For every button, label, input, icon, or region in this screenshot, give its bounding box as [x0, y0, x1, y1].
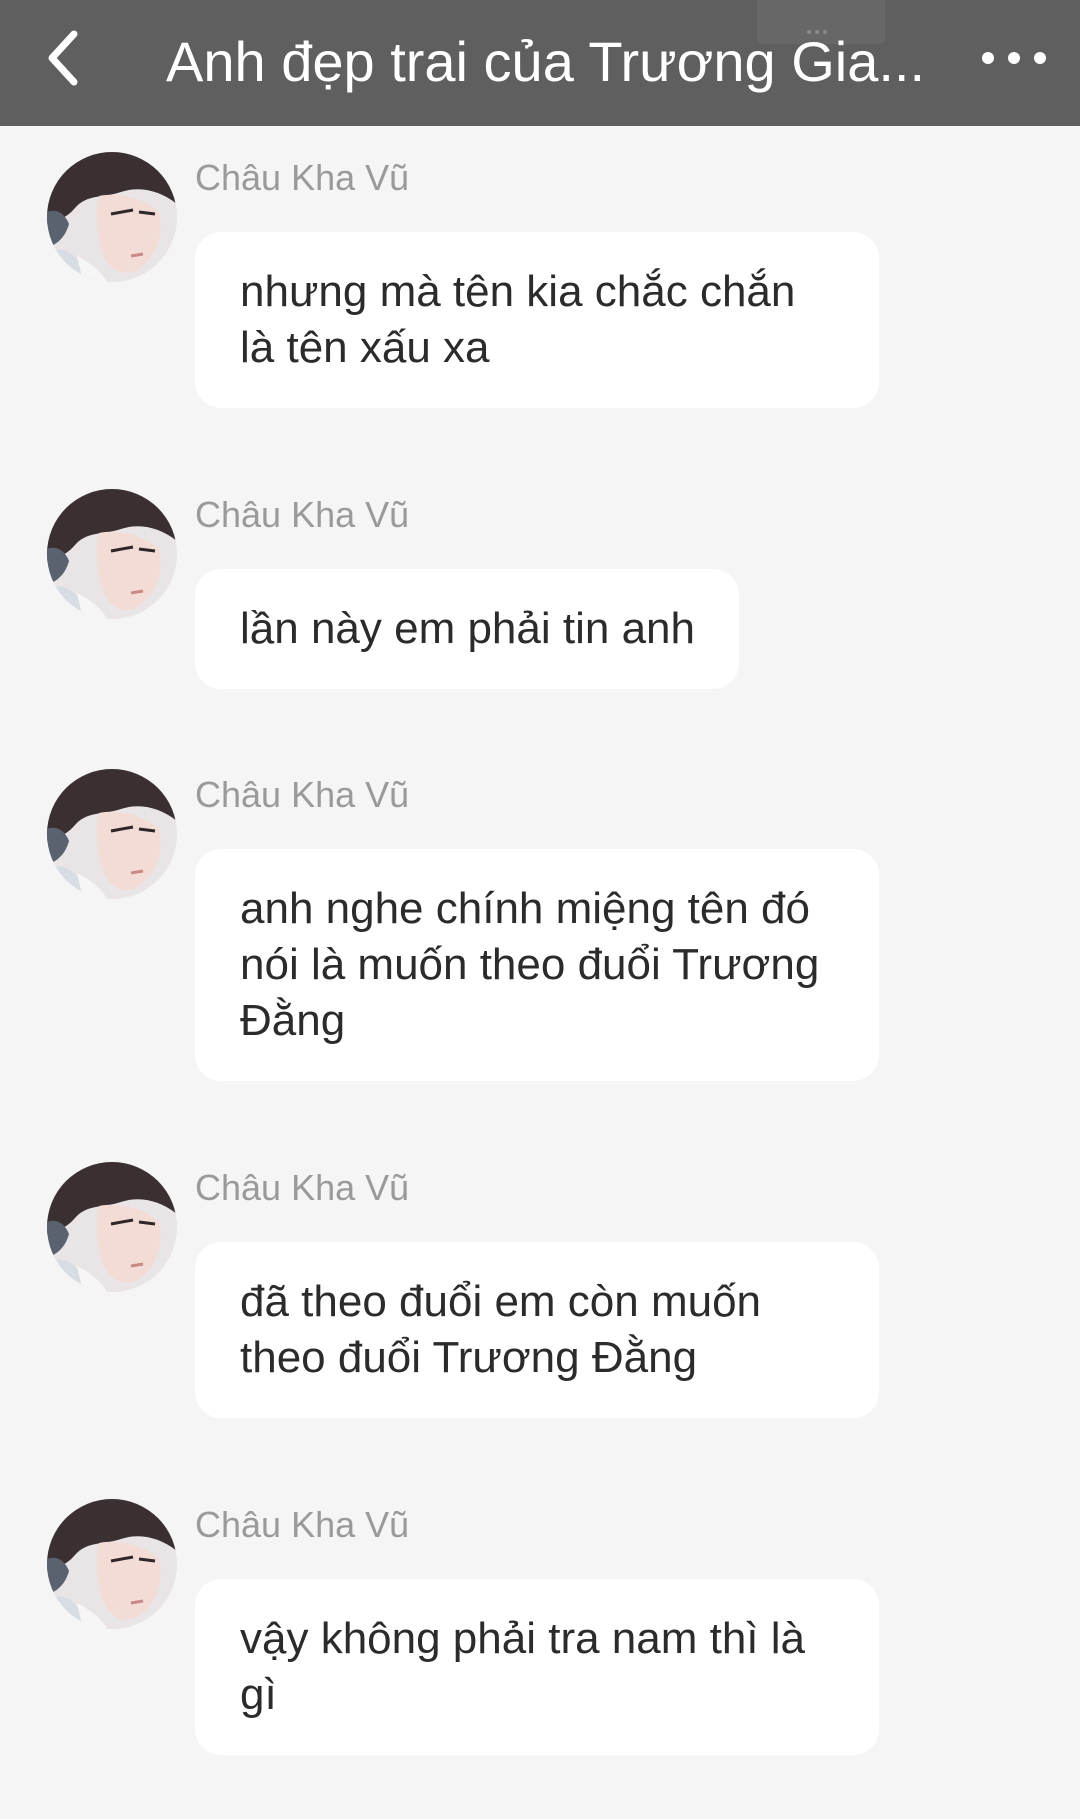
avatar-photo: [47, 1499, 177, 1629]
message-bubble[interactable]: anh nghe chính miệng tên đó nói là muốn …: [195, 849, 879, 1081]
more-options-button[interactable]: [975, 30, 1055, 86]
chevron-left-icon: [48, 30, 78, 86]
chat-title: Anh đẹp trai của Trương Gia...: [166, 30, 926, 93]
avatar[interactable]: [47, 1162, 177, 1292]
more-horizontal-icon: [982, 52, 1046, 64]
sender-name: Châu Kha Vũ: [195, 1167, 410, 1208]
avatar[interactable]: [47, 1499, 177, 1629]
sender-name: Châu Kha Vũ: [195, 1504, 410, 1545]
avatar-photo: [47, 769, 177, 899]
message-bubble[interactable]: vậy không phải tra nam thì là gì: [195, 1579, 879, 1755]
chat-header: Anh đẹp trai của Trương Gia...: [0, 0, 1080, 126]
avatar-photo: [47, 489, 177, 619]
sender-name: Châu Kha Vũ: [195, 494, 410, 535]
avatar[interactable]: [47, 769, 177, 899]
avatar-photo: [47, 152, 177, 282]
message-bubble[interactable]: nhưng mà tên kia chắc chắn là tên xấu xa: [195, 232, 879, 408]
avatar-photo: [47, 1162, 177, 1292]
sender-name: Châu Kha Vũ: [195, 774, 410, 815]
back-button[interactable]: [30, 18, 100, 98]
avatar[interactable]: [47, 152, 177, 282]
avatar[interactable]: [47, 489, 177, 619]
sender-name: Châu Kha Vũ: [195, 157, 410, 198]
message-bubble[interactable]: đã theo đuổi em còn muốn theo đuổi Trươn…: [195, 1242, 879, 1418]
message-bubble[interactable]: lần này em phải tin anh: [195, 569, 739, 689]
